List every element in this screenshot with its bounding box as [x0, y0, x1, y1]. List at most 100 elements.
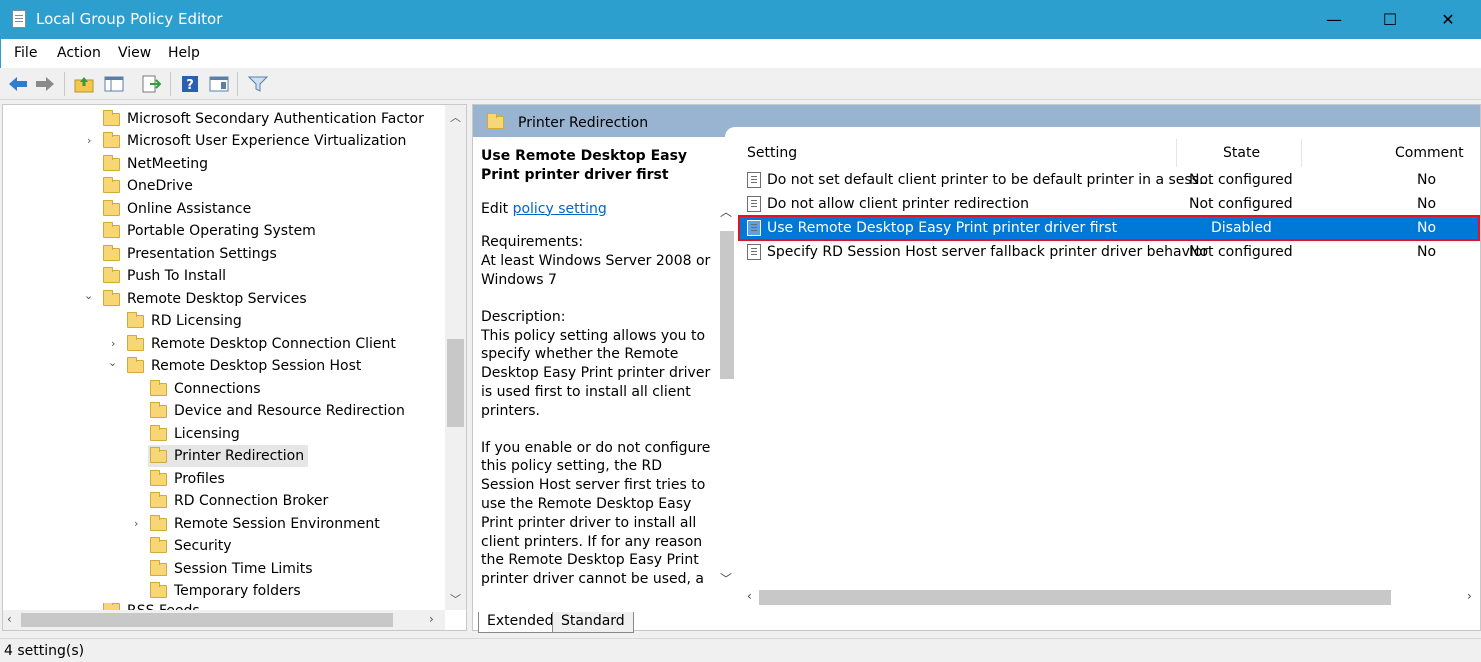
list-horizontal-scrollbar[interactable]: ‹ › — [739, 587, 1480, 607]
status-bar: 4 setting(s) — [0, 638, 1481, 662]
folder-icon — [150, 469, 167, 486]
column-header-setting[interactable]: Setting — [747, 145, 797, 161]
tree-item[interactable]: Profiles — [150, 468, 225, 490]
policy-setting-link[interactable]: policy setting — [513, 201, 607, 217]
description-text: This policy setting allows you to specif… — [481, 327, 711, 419]
folder-icon — [127, 356, 144, 373]
scroll-up-icon[interactable]: ︿ — [450, 109, 461, 125]
tree-item[interactable]: Push To Install — [103, 265, 226, 287]
status-text: 4 setting(s) — [4, 643, 85, 659]
chevron-right-icon[interactable]: › — [111, 337, 115, 350]
folder-icon — [103, 199, 120, 216]
column-header-state[interactable]: State — [1223, 145, 1260, 161]
scroll-thumb[interactable] — [447, 339, 464, 427]
tree-item[interactable]: Remote Desktop Session Host — [127, 355, 361, 377]
table-row[interactable]: Do not set default client printer to be … — [739, 168, 1479, 192]
tree-item[interactable]: NetMeeting — [103, 153, 208, 175]
scroll-left-icon[interactable]: ‹ — [747, 589, 752, 603]
chevron-down-icon[interactable]: ⌄ — [84, 289, 93, 302]
folder-icon — [150, 536, 167, 553]
scroll-left-icon[interactable]: ‹ — [7, 612, 12, 626]
tree-item[interactable]: Portable Operating System — [103, 220, 316, 242]
table-row[interactable]: Do not allow client printer redirection … — [739, 192, 1479, 216]
title-bar: Local Group Policy Editor — ☐ ✕ — [0, 0, 1481, 39]
tree-item[interactable]: Session Time Limits — [150, 558, 313, 580]
tree-item[interactable]: Remote Desktop Services — [103, 288, 307, 310]
filter-icon[interactable] — [246, 72, 270, 96]
folder-icon — [127, 311, 144, 328]
column-header-comment[interactable]: Comment — [1395, 145, 1464, 161]
tree-item[interactable]: OneDrive — [103, 175, 193, 197]
back-arrow-icon[interactable] — [6, 72, 30, 96]
folder-icon — [487, 113, 504, 129]
up-folder-icon[interactable] — [72, 72, 96, 96]
tree-item-selected[interactable]: Printer Redirection — [148, 445, 309, 467]
table-row-selected[interactable]: Use Remote Desktop Easy Print printer dr… — [738, 215, 1480, 241]
description-panel: Use Remote Desktop Easy Print printer dr… — [481, 147, 713, 589]
menu-help[interactable]: Help — [168, 45, 200, 61]
folder-icon — [103, 131, 120, 148]
description-scrollbar[interactable]: ︿ ﹀ — [717, 185, 737, 610]
tree-item[interactable]: RD Connection Broker — [150, 490, 328, 512]
folder-icon — [150, 559, 167, 576]
scroll-up-icon[interactable]: ︿ — [720, 203, 732, 220]
chevron-right-icon[interactable]: › — [134, 517, 138, 530]
minimize-button[interactable]: — — [1306, 0, 1362, 39]
requirements-label: Requirements: — [481, 234, 584, 251]
export-list-icon[interactable] — [139, 72, 163, 96]
tree-item[interactable]: Temporary folders — [150, 580, 301, 602]
chevron-right-icon[interactable]: › — [87, 134, 91, 147]
tree-item[interactable]: Microsoft Secondary Authentication Facto… — [103, 108, 424, 130]
menu-bar: File Action View Help — [0, 39, 1481, 68]
details-header-title: Printer Redirection — [518, 115, 649, 131]
chevron-down-icon[interactable]: ⌄ — [108, 356, 117, 369]
tree-item[interactable]: Remote Session Environment — [150, 513, 380, 535]
tree-pane[interactable]: Microsoft Secondary Authentication Facto… — [2, 104, 467, 631]
scroll-down-icon[interactable]: ﹀ — [720, 570, 732, 587]
tree-vertical-scrollbar[interactable]: ︿ ﹀ — [445, 105, 466, 610]
show-hide-tree-icon[interactable] — [102, 72, 126, 96]
folder-icon — [103, 266, 120, 283]
folder-icon — [103, 289, 120, 306]
details-pane: Printer Redirection Use Remote Desktop E… — [472, 104, 1481, 631]
tree-item[interactable]: Online Assistance — [103, 198, 251, 220]
tab-extended[interactable]: Extended — [478, 612, 563, 633]
menu-view[interactable]: View — [118, 45, 151, 61]
scroll-down-icon[interactable]: ﹀ — [450, 591, 461, 607]
tree-item[interactable]: RD Licensing — [127, 310, 242, 332]
scroll-thumb[interactable] — [759, 590, 1391, 605]
folder-icon — [150, 446, 167, 463]
edit-line: Edit policy setting — [481, 200, 607, 217]
tab-standard[interactable]: Standard — [552, 612, 634, 633]
folder-icon — [150, 514, 167, 531]
folder-icon — [150, 379, 167, 396]
help-icon[interactable]: ? — [178, 72, 202, 96]
tree-item[interactable]: Presentation Settings — [103, 243, 277, 265]
folder-icon — [103, 154, 120, 171]
tree-item[interactable]: Remote Desktop Connection Client — [127, 333, 396, 355]
close-button[interactable]: ✕ — [1420, 0, 1476, 39]
tree-item[interactable]: Microsoft User Experience Virtualization — [103, 130, 406, 152]
properties-icon[interactable] — [207, 72, 231, 96]
svg-text:?: ? — [186, 78, 194, 93]
description-label: Description: — [481, 308, 566, 325]
folder-icon — [103, 176, 120, 193]
folder-icon — [150, 401, 167, 418]
maximize-button[interactable]: ☐ — [1362, 0, 1418, 39]
tree-item[interactable]: Security — [150, 535, 232, 557]
table-row[interactable]: Specify RD Session Host server fallback … — [739, 240, 1479, 264]
tree-item[interactable]: Connections — [150, 378, 261, 400]
menu-file[interactable]: File — [14, 45, 37, 61]
tree-item[interactable]: Device and Resource Redirection — [150, 400, 405, 422]
scroll-thumb[interactable] — [720, 231, 734, 379]
menu-action[interactable]: Action — [57, 45, 101, 61]
toolbar: ? — [0, 68, 1481, 100]
tree-horizontal-scrollbar[interactable]: ‹ › — [3, 610, 445, 630]
tree-item[interactable]: Licensing — [150, 423, 240, 445]
scroll-right-icon[interactable]: › — [429, 612, 434, 626]
policy-setting-icon — [747, 196, 761, 212]
forward-arrow-icon[interactable] — [33, 72, 57, 96]
scroll-thumb[interactable] — [21, 613, 393, 627]
scroll-right-icon[interactable]: › — [1467, 589, 1472, 603]
requirements-text: At least Windows Server 2008 or Windows … — [481, 253, 711, 288]
